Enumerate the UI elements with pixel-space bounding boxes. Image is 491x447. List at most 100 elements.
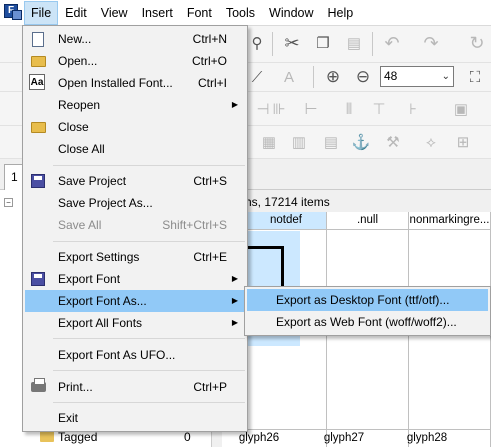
- menu-item-new[interactable]: New... Ctrl+N: [25, 28, 245, 50]
- glyph-header-nonmarkingreturn[interactable]: nonmarkingre...: [409, 212, 491, 230]
- menu-item-export-all-fonts[interactable]: Export All Fonts ▶: [25, 312, 245, 334]
- menu-item-export-font-as[interactable]: Export Font As... ▶: [25, 290, 245, 312]
- menu-item-label: New...: [58, 32, 92, 46]
- submenu-arrow-icon: ▶: [231, 296, 238, 305]
- menu-item-reopen[interactable]: Reopen ▶: [25, 94, 245, 116]
- menu-font[interactable]: Font: [180, 1, 219, 25]
- submenu-arrow-icon: ▶: [231, 318, 238, 327]
- menu-item-label: Open Installed Font...: [58, 76, 173, 90]
- distribute-horizontal-icon[interactable]: ⫴: [338, 98, 360, 120]
- menu-item-label: Export Font As...: [58, 294, 147, 308]
- menu-item-close-all[interactable]: Close All: [25, 138, 245, 160]
- submenu-item-label: Export as Desktop Font (ttf/otf)...: [276, 293, 450, 307]
- menu-window[interactable]: Window: [262, 1, 320, 25]
- tree-expand-icon[interactable]: −: [4, 198, 13, 207]
- menu-item-export-settings[interactable]: Export Settings Ctrl+E: [25, 246, 245, 268]
- font-aa-icon: Aa: [29, 74, 45, 90]
- menu-edit[interactable]: Edit: [58, 1, 94, 25]
- submenu-arrow-icon: ▶: [231, 100, 238, 109]
- menu-item-label: Export Font As UFO...: [58, 348, 176, 362]
- grid-line: [408, 230, 409, 447]
- menu-item-label: Reopen: [58, 98, 101, 112]
- menu-item-save-project[interactable]: Save Project Ctrl+S: [25, 170, 245, 192]
- file-menu: New... Ctrl+N Open... Ctrl+O Aa Open Ins…: [22, 25, 248, 432]
- table-icon[interactable]: ▥: [288, 131, 310, 153]
- menu-item-shortcut: Ctrl+P: [193, 380, 227, 394]
- align-center-icon[interactable]: ⊪: [268, 98, 290, 120]
- menu-item-save-all[interactable]: Save All Shift+Ctrl+S: [25, 214, 245, 236]
- submenu-arrow-icon: ▶: [231, 274, 238, 283]
- grid-line: [326, 230, 327, 447]
- menu-item-shortcut: Ctrl+O: [191, 54, 227, 68]
- export-font-as-submenu: Export as Desktop Font (ttf/otf)... Expo…: [244, 286, 491, 336]
- menu-item-label: Save Project: [58, 174, 127, 188]
- menu-separator: [53, 370, 245, 371]
- submenu-item-web-font[interactable]: Export as Web Font (woff/woff2)...: [247, 311, 488, 333]
- status-text: hs, 17214 items: [245, 195, 330, 209]
- menu-item-open-installed-font[interactable]: Aa Open Installed Font... Ctrl+I: [25, 72, 245, 94]
- menu-file[interactable]: File: [24, 0, 59, 25]
- undo-icon[interactable]: ↶: [381, 32, 403, 54]
- menu-help[interactable]: Help: [321, 1, 361, 25]
- export-font-disk-icon: [29, 270, 47, 288]
- menu-separator: [53, 165, 245, 166]
- anchor-icon[interactable]: ⚓: [350, 131, 372, 153]
- menu-separator: [53, 241, 245, 242]
- menu-item-label: Export All Fonts: [58, 316, 143, 330]
- printer-icon: [29, 378, 47, 396]
- text-tool-icon[interactable]: A: [278, 66, 300, 88]
- node-icon[interactable]: ⟡: [420, 131, 442, 153]
- menu-item-shortcut: Ctrl+I: [197, 76, 227, 90]
- align-right-icon[interactable]: ⊢: [300, 98, 322, 120]
- menu-item-shortcut: Ctrl+N: [192, 32, 227, 46]
- glyph-label-26: glyph26: [238, 432, 280, 444]
- menu-item-export-font[interactable]: Export Font ▶: [25, 268, 245, 290]
- align-top-icon[interactable]: ⊤: [368, 98, 390, 120]
- menu-insert[interactable]: Insert: [135, 1, 180, 25]
- glyph-icon[interactable]: ▣: [450, 98, 472, 120]
- zoom-in-icon[interactable]: ⊕: [322, 66, 344, 88]
- menu-bar: F File Edit View Insert Font Tools Windo…: [0, 0, 491, 26]
- stack-icon[interactable]: ▤: [320, 131, 342, 153]
- menu-item-label: Exit: [58, 411, 79, 425]
- menu-item-shortcut: Shift+Ctrl+S: [162, 218, 227, 232]
- glyph-label-27: glyph27: [323, 432, 365, 444]
- refresh-icon[interactable]: ↻: [466, 32, 488, 54]
- new-document-icon: [29, 30, 47, 48]
- binoculars-icon[interactable]: ⚲: [246, 32, 268, 54]
- zoom-select[interactable]: 48 ⌄: [380, 66, 454, 87]
- component-icon[interactable]: ⊞: [452, 131, 474, 153]
- glyph-header-notdef[interactable]: notdef: [246, 212, 327, 230]
- glyph-header-null[interactable]: .null: [327, 212, 409, 230]
- grid-icon[interactable]: ▦: [258, 131, 280, 153]
- menu-item-save-project-as[interactable]: Save Project As...: [25, 192, 245, 214]
- menu-separator: [53, 402, 245, 403]
- submenu-item-label: Export as Web Font (woff/woff2)...: [276, 315, 457, 329]
- menu-item-label: Export Settings: [58, 250, 140, 264]
- menu-item-shortcut: Ctrl+E: [193, 250, 227, 264]
- paste-icon[interactable]: ▤: [343, 32, 365, 54]
- menu-item-export-font-as-ufo[interactable]: Export Font As UFO...: [25, 344, 245, 366]
- submenu-item-desktop-font[interactable]: Export as Desktop Font (ttf/otf)...: [247, 289, 488, 311]
- menu-item-close[interactable]: Close: [25, 116, 245, 138]
- menu-item-label: Print...: [58, 380, 93, 394]
- menu-item-print[interactable]: Print... Ctrl+P: [25, 376, 245, 398]
- copy-icon[interactable]: ❐: [312, 32, 334, 54]
- zoom-out-icon[interactable]: ⊖: [352, 66, 374, 88]
- toolbar-separator: [272, 32, 273, 56]
- menu-view[interactable]: View: [94, 1, 135, 25]
- brush-icon[interactable]: ⟋: [246, 66, 268, 88]
- fit-window-icon[interactable]: ⛶: [464, 66, 486, 88]
- cut-icon[interactable]: ✂: [281, 32, 303, 54]
- redo-icon[interactable]: ↷: [420, 32, 442, 54]
- toolbar-separator: [313, 66, 314, 88]
- align-middle-icon[interactable]: ⊦: [402, 98, 424, 120]
- open-folder-icon: [29, 52, 47, 70]
- menu-item-exit[interactable]: Exit: [25, 407, 245, 429]
- menu-tools[interactable]: Tools: [219, 1, 262, 25]
- hammer-icon[interactable]: ⚒: [382, 131, 404, 153]
- menu-item-label: Save Project As...: [58, 196, 153, 210]
- menu-item-open[interactable]: Open... Ctrl+O: [25, 50, 245, 72]
- app-logo-icon: F: [4, 3, 22, 22]
- menu-item-label: Save All: [58, 218, 102, 232]
